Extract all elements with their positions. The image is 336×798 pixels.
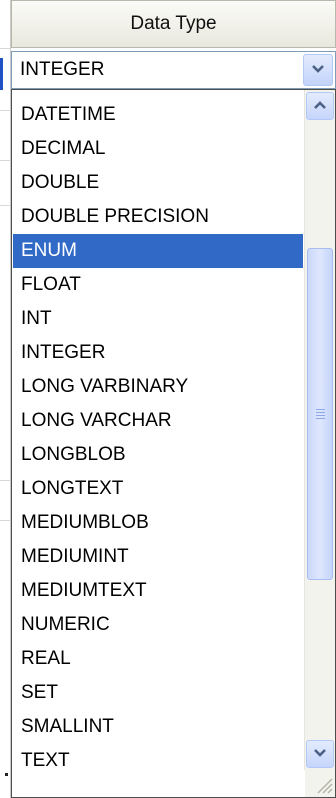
- dropdown-option[interactable]: DECIMAL: [13, 132, 303, 166]
- resize-grip-icon[interactable]: [305, 769, 335, 797]
- row-divider: [0, 48, 10, 49]
- dropdown-option[interactable]: LONGTEXT: [13, 472, 303, 506]
- dropdown-option[interactable]: NUMERIC: [13, 608, 303, 642]
- chevron-up-icon: [313, 97, 327, 115]
- row-divider: [0, 480, 10, 481]
- dropdown-option[interactable]: INTEGER: [13, 336, 303, 370]
- dropdown-option[interactable]: FLOAT: [13, 268, 303, 302]
- scroll-up-button[interactable]: [306, 92, 334, 120]
- grid-row-header-strip: [0, 0, 11, 798]
- column-header-data-type[interactable]: Data Type: [11, 0, 336, 48]
- dropdown-option[interactable]: INT: [13, 302, 303, 336]
- chevron-down-icon: [313, 745, 327, 763]
- data-type-combobox[interactable]: INTEGER: [11, 51, 336, 89]
- dropdown-option[interactable]: LONGBLOB: [13, 438, 303, 472]
- scrollbar-thumb[interactable]: [307, 248, 333, 580]
- row-divider: [0, 205, 10, 206]
- dropdown-option[interactable]: MEDIUMINT: [13, 540, 303, 574]
- dropdown-toggle-button[interactable]: [303, 54, 333, 86]
- row-indicator-dot: [5, 773, 8, 776]
- dropdown-option[interactable]: TEXT: [13, 744, 303, 778]
- dropdown-option[interactable]: ENUM: [13, 234, 303, 268]
- dropdown-option[interactable]: MEDIUMTEXT: [13, 574, 303, 608]
- thumb-grip-icon: [315, 407, 325, 421]
- dropdown-option[interactable]: SET: [13, 676, 303, 710]
- data-type-dropdown-list[interactable]: DATETIME DECIMAL DOUBLE DOUBLE PRECISION ENU…: [11, 89, 336, 798]
- column-header-label: Data Type: [130, 13, 217, 34]
- dropdown-option[interactable]: DATETIME: [13, 98, 303, 132]
- scroll-down-button[interactable]: [306, 740, 334, 768]
- dropdown-option[interactable]: DOUBLE: [13, 166, 303, 200]
- dropdown-option[interactable]: REAL: [13, 642, 303, 676]
- row-divider: [0, 160, 10, 161]
- dropdown-option[interactable]: DOUBLE PRECISION: [13, 200, 303, 234]
- dropdown-option[interactable]: SMALLINT: [13, 710, 303, 744]
- active-row-marker: [0, 58, 3, 90]
- dropdown-option[interactable]: LONG VARCHAR: [13, 404, 303, 438]
- chevron-down-icon: [311, 61, 325, 79]
- row-divider: [0, 520, 10, 521]
- combo-current-value: INTEGER: [20, 59, 105, 80]
- row-divider: [0, 110, 10, 111]
- dropdown-options: DATETIME DECIMAL DOUBLE DOUBLE PRECISION ENU…: [13, 98, 303, 778]
- dropdown-scrollbar[interactable]: [304, 90, 335, 770]
- dropdown-option[interactable]: MEDIUMBLOB: [13, 506, 303, 540]
- dropdown-option[interactable]: LONG VARBINARY: [13, 370, 303, 404]
